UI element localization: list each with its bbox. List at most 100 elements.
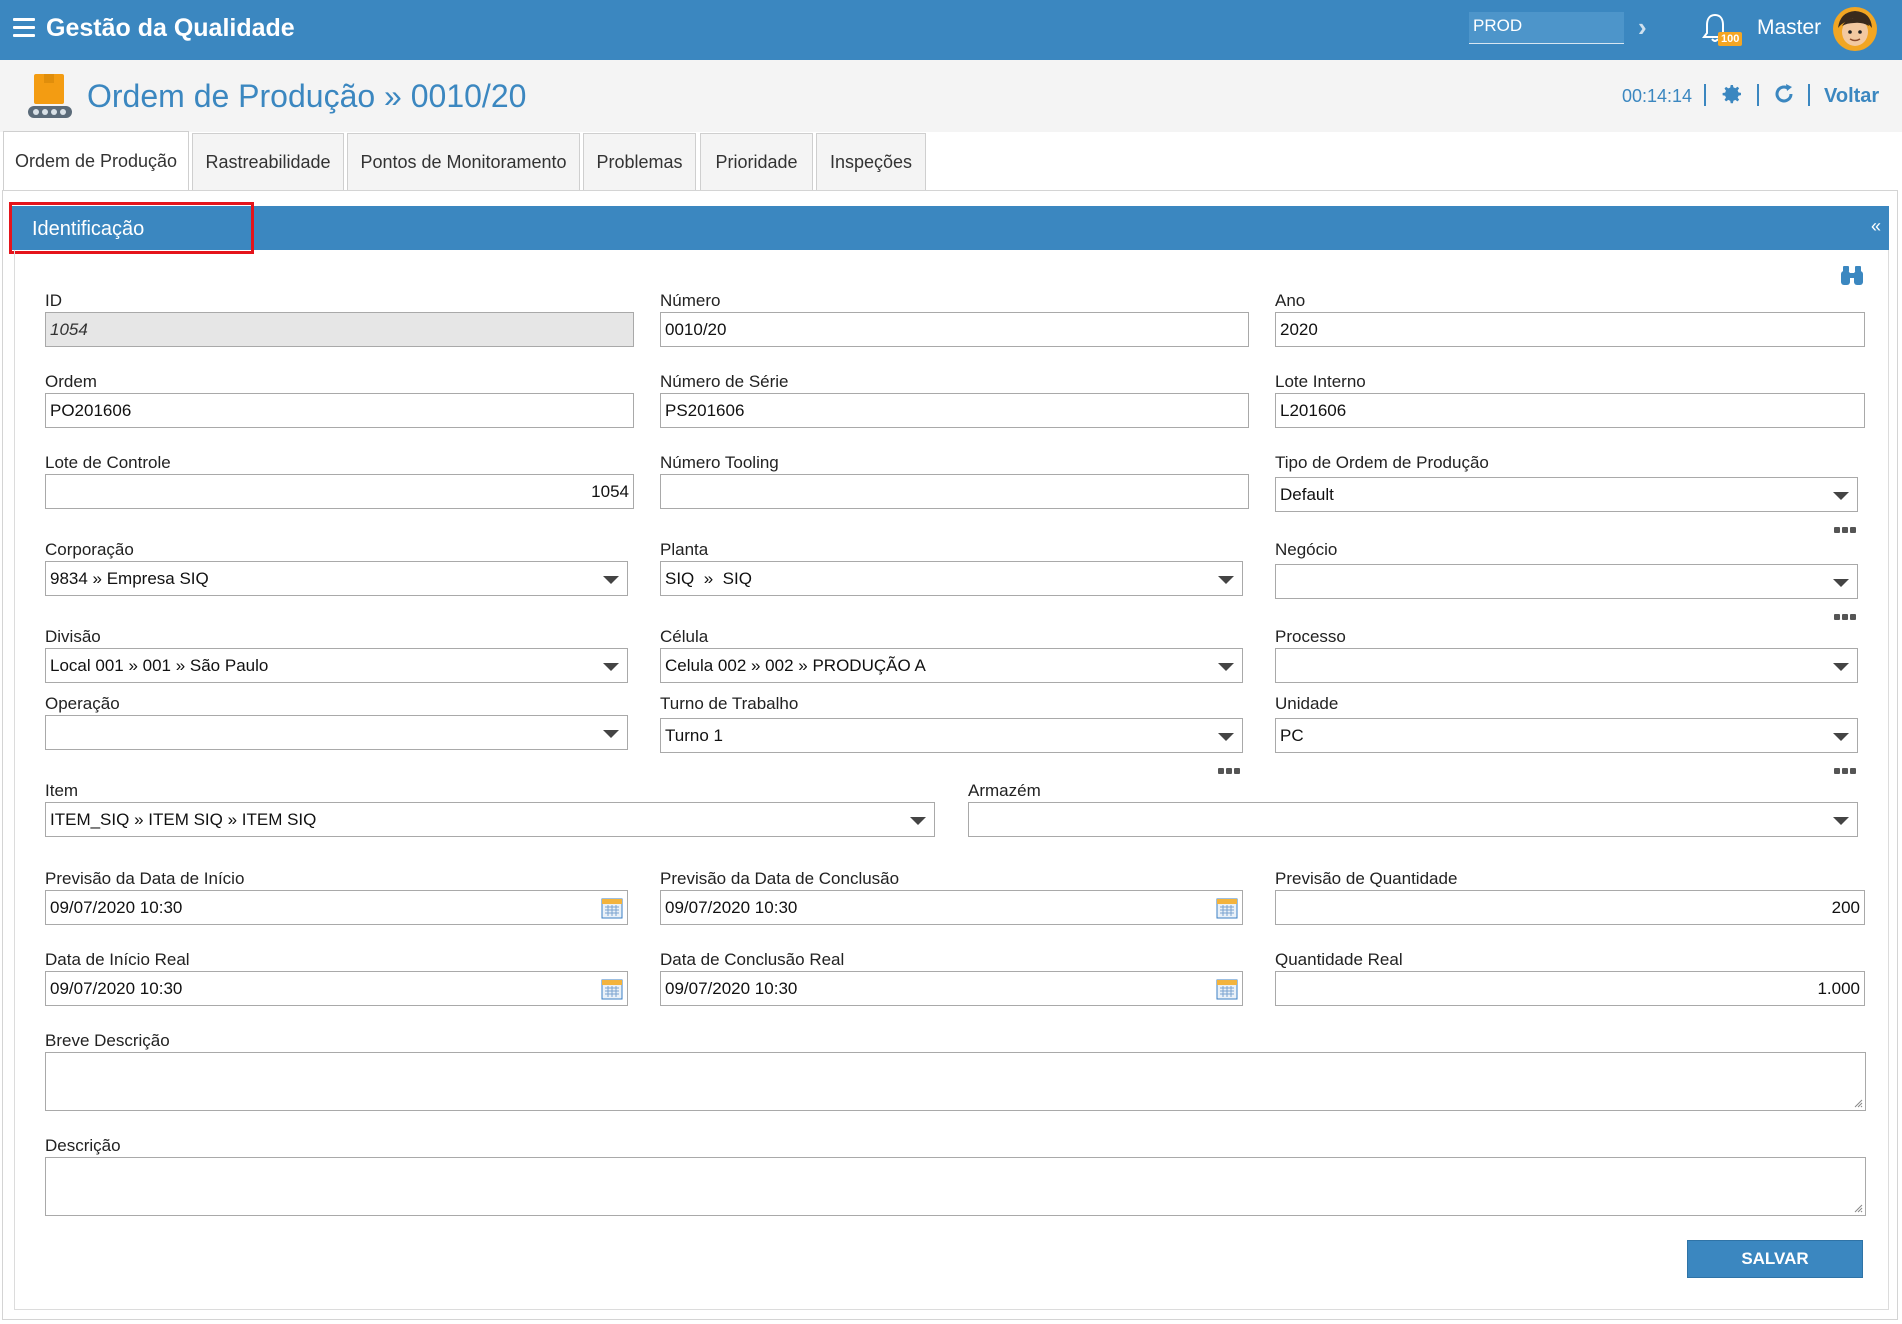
lote-controle-field[interactable]: 1054 — [45, 474, 634, 509]
planta-value: SIQ » SIQ — [665, 568, 752, 588]
lote-interno-label: Lote Interno — [1275, 372, 1366, 391]
operacao-select[interactable] — [45, 715, 628, 750]
user-name[interactable]: Master — [1757, 16, 1821, 40]
menu-icon[interactable] — [13, 18, 35, 38]
separator — [1808, 84, 1810, 106]
numero-field[interactable]: 0010/20 — [660, 312, 1249, 347]
prev-inicio-label: Previsão da Data de Início — [45, 869, 245, 888]
calendar-icon[interactable] — [1216, 978, 1238, 1000]
processo-select[interactable] — [1275, 648, 1858, 683]
resize-grip-icon[interactable] — [1853, 1203, 1863, 1213]
corporacao-select[interactable]: 9834 » Empresa SIQ — [45, 561, 628, 596]
section-title: Identificação — [32, 218, 145, 240]
item-label: Item — [45, 781, 79, 800]
session-timer: 00:14:14 — [1622, 86, 1693, 106]
quantidade-real-field[interactable]: 1.000 — [1275, 971, 1865, 1006]
prev-inicio-value: 09/07/2020 10:30 — [50, 897, 183, 917]
inicio-real-value: 09/07/2020 10:30 — [50, 978, 183, 998]
calendar-icon[interactable] — [601, 897, 623, 919]
tipo-ordem-value: Default — [1280, 484, 1334, 504]
celula-select[interactable]: Celula 002 » 002 » PRODUÇÃO A — [660, 648, 1243, 683]
celula-value: Celula 002 » 002 » PRODUÇÃO A — [665, 655, 926, 675]
chevron-down-icon — [1833, 733, 1849, 741]
chevron-down-icon — [910, 817, 926, 825]
avatar[interactable] — [1832, 6, 1878, 52]
more-options-icon[interactable] — [1218, 761, 1242, 774]
more-options-icon[interactable] — [1834, 520, 1858, 533]
chevron-down-icon — [1833, 817, 1849, 825]
turno-select[interactable]: Turno 1 — [660, 718, 1243, 753]
unidade-value: PC — [1280, 725, 1304, 745]
prev-conclusao-field[interactable]: 09/07/2020 10:30 — [660, 890, 1243, 925]
divisao-select[interactable]: Local 001 » 001 » São Paulo — [45, 648, 628, 683]
operacao-label: Operação — [45, 694, 120, 713]
breve-descricao-label: Breve Descrição — [45, 1031, 170, 1050]
breve-descricao-textarea[interactable] — [45, 1052, 1866, 1111]
inicio-real-label: Data de Início Real — [45, 950, 190, 969]
chevron-down-icon — [1833, 663, 1849, 671]
tab-prioridade[interactable]: Prioridade — [700, 133, 813, 191]
negocio-label: Negócio — [1275, 540, 1338, 559]
celula-label: Célula — [660, 627, 709, 646]
corporacao-label: Corporação — [45, 540, 134, 559]
numero-serie-label: Número de Série — [660, 372, 789, 391]
gear-icon[interactable] — [1720, 82, 1744, 106]
divisao-value: Local 001 » 001 » São Paulo — [50, 655, 269, 675]
tab-problemas[interactable]: Problemas — [583, 133, 696, 191]
divisao-label: Divisão — [45, 627, 101, 646]
descricao-textarea[interactable] — [45, 1157, 1866, 1216]
unidade-label: Unidade — [1275, 694, 1339, 713]
section-header[interactable]: Identificação « — [12, 206, 1889, 250]
save-button[interactable]: SALVAR — [1687, 1240, 1863, 1278]
id-field: 1054 — [45, 312, 634, 347]
processo-label: Processo — [1275, 627, 1346, 646]
chevron-right-icon[interactable]: › — [1638, 12, 1647, 43]
prev-quantidade-label: Previsão de Quantidade — [1275, 869, 1458, 888]
lote-interno-field[interactable]: L201606 — [1275, 393, 1865, 428]
item-select[interactable]: ITEM_SIQ » ITEM SIQ » ITEM SIQ — [45, 802, 935, 837]
id-label: ID — [45, 291, 62, 310]
ordem-field[interactable]: PO201606 — [45, 393, 634, 428]
tab-ordem-de-producao[interactable]: Ordem de Produção — [3, 131, 189, 191]
numero-tooling-label: Número Tooling — [660, 453, 779, 472]
prev-quantidade-field[interactable]: 200 — [1275, 890, 1865, 925]
chevron-down-icon — [1218, 663, 1234, 671]
numero-tooling-field[interactable] — [660, 474, 1249, 509]
calendar-icon[interactable] — [1216, 897, 1238, 919]
negocio-select[interactable] — [1275, 564, 1858, 599]
unidade-select[interactable]: PC — [1275, 718, 1858, 753]
back-link[interactable]: Voltar — [1824, 85, 1879, 108]
conclusao-real-field[interactable]: 09/07/2020 10:30 — [660, 971, 1243, 1006]
turno-value: Turno 1 — [665, 725, 723, 745]
tab-inspecoes[interactable]: Inspeções — [816, 133, 926, 191]
prev-inicio-field[interactable]: 09/07/2020 10:30 — [45, 890, 628, 925]
more-options-icon[interactable] — [1834, 607, 1858, 620]
inicio-real-field[interactable]: 09/07/2020 10:30 — [45, 971, 628, 1006]
chevron-down-icon — [603, 663, 619, 671]
turno-label: Turno de Trabalho — [660, 694, 799, 713]
planta-select[interactable]: SIQ » SIQ — [660, 561, 1243, 596]
numero-serie-field[interactable]: PS201606 — [660, 393, 1249, 428]
environment-field[interactable]: PROD — [1469, 12, 1624, 44]
more-options-icon[interactable] — [1834, 761, 1858, 774]
item-value: ITEM_SIQ » ITEM SIQ » ITEM SIQ — [50, 809, 317, 829]
calendar-icon[interactable] — [601, 978, 623, 1000]
planta-label: Planta — [660, 540, 709, 559]
tab-rastreabilidade[interactable]: Rastreabilidade — [192, 133, 344, 191]
ano-field[interactable]: 2020 — [1275, 312, 1865, 347]
descricao-label: Descrição — [45, 1136, 121, 1155]
separator — [1704, 84, 1706, 106]
conclusao-real-label: Data de Conclusão Real — [660, 950, 845, 969]
tab-pontos-de-monitoramento[interactable]: Pontos de Monitoramento — [347, 133, 580, 191]
numero-label: Número — [660, 291, 721, 310]
resize-grip-icon[interactable] — [1853, 1098, 1863, 1108]
conveyor-box-icon — [28, 74, 72, 118]
armazem-select[interactable] — [968, 802, 1858, 837]
refresh-icon[interactable] — [1772, 82, 1796, 106]
page-title: Ordem de Produção » 0010/20 — [87, 78, 527, 114]
chevron-down-icon — [1833, 492, 1849, 500]
collapse-icon[interactable]: « — [1871, 216, 1881, 237]
binoculars-icon[interactable] — [1840, 264, 1864, 286]
app-title: Gestão da Qualidade — [46, 14, 295, 42]
tipo-ordem-select[interactable]: Default — [1275, 477, 1858, 512]
